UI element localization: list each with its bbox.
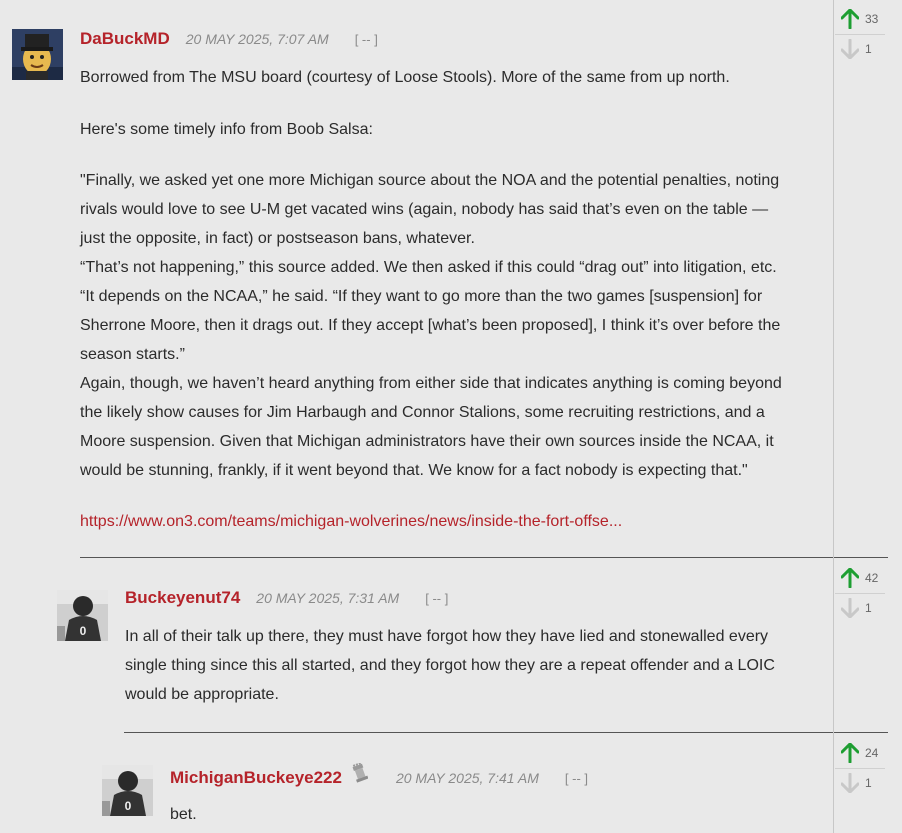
- avatar-image: 0: [102, 765, 153, 816]
- arrow-up-icon: [839, 8, 861, 30]
- comment-body: In all of their talk up there, they must…: [125, 622, 785, 709]
- comment-divider: [80, 557, 888, 558]
- svg-text:0: 0: [80, 624, 87, 638]
- downvote-button[interactable]: 1: [835, 594, 885, 622]
- downvote-count: 1: [865, 42, 872, 56]
- upvote-count: 42: [865, 571, 879, 585]
- quote-paragraph: Again, though, we haven’t heard anything…: [80, 375, 782, 479]
- arrow-up-icon: [839, 742, 861, 764]
- vote-box-3: 24 1: [835, 738, 885, 798]
- comment-michiganbuckeye222: 0 MichiganBuckeye222 20 MAY 2025, 7:41 A…: [0, 735, 902, 833]
- downvote-button[interactable]: 1: [835, 35, 885, 63]
- avatar-image: 0: [57, 590, 108, 641]
- username-link[interactable]: Buckeyenut74: [125, 588, 240, 608]
- vote-box-2: 42 1: [835, 563, 885, 623]
- avatar[interactable]: 0: [57, 590, 108, 641]
- timestamp: 20 MAY 2025, 7:41 AM: [395, 770, 539, 786]
- avatar-image: [12, 29, 63, 80]
- username-link[interactable]: DaBuckMD: [80, 29, 170, 49]
- avatar[interactable]: [12, 29, 63, 80]
- timestamp: 20 MAY 2025, 7:07 AM: [185, 31, 329, 47]
- comment-paragraph: Borrowed from The MSU board (courtesy of…: [80, 69, 730, 86]
- comment-meta: DaBuckMD 20 MAY 2025, 7:07 AM [ -- ]: [80, 29, 378, 49]
- collapse-toggle[interactable]: [ -- ]: [355, 32, 378, 47]
- comment-meta: Buckeyenut74 20 MAY 2025, 7:31 AM [ -- ]: [125, 588, 448, 608]
- comment-body: Borrowed from The MSU board (courtesy of…: [80, 63, 790, 536]
- upvote-button[interactable]: 42: [835, 564, 885, 592]
- upvote-button[interactable]: 33: [835, 5, 885, 33]
- comment-paragraph: Here's some timely info from Boob Salsa:: [80, 121, 373, 138]
- arrow-up-icon: [839, 567, 861, 589]
- downvote-count: 1: [865, 776, 872, 790]
- upvote-count: 24: [865, 746, 879, 760]
- chess-rook-badge-icon: [352, 762, 369, 788]
- arrow-down-icon: [839, 597, 861, 619]
- comment-meta: MichiganBuckeye222 20 MAY 2025, 7:41 AM …: [170, 762, 588, 788]
- comment-buckeyenut74: 0 Buckeyenut74 20 MAY 2025, 7:31 AM [ --…: [0, 560, 902, 735]
- comment-dabuckmd: DaBuckMD 20 MAY 2025, 7:07 AM [ -- ] Bor…: [0, 0, 902, 560]
- username-link[interactable]: MichiganBuckeye222: [170, 768, 342, 788]
- upvote-count: 33: [865, 12, 879, 26]
- comment-paragraph: bet.: [170, 806, 197, 823]
- quote-paragraph: “It depends on the NCAA,” he said. “If t…: [80, 288, 781, 363]
- timestamp: 20 MAY 2025, 7:31 AM: [256, 590, 400, 606]
- svg-text:0: 0: [125, 799, 132, 813]
- vote-box-1: 33 1: [835, 4, 885, 64]
- upvote-button[interactable]: 24: [835, 739, 885, 767]
- article-link[interactable]: https://www.on3.com/teams/michigan-wolve…: [80, 513, 622, 530]
- collapse-toggle[interactable]: [ -- ]: [425, 591, 448, 606]
- comment-paragraph: In all of their talk up there, they must…: [125, 628, 775, 703]
- arrow-down-icon: [839, 772, 861, 794]
- avatar[interactable]: 0: [102, 765, 153, 816]
- collapse-toggle[interactable]: [ -- ]: [565, 771, 588, 786]
- vote-column-border: [833, 0, 834, 833]
- downvote-button[interactable]: 1: [835, 769, 885, 797]
- comment-divider: [124, 732, 888, 733]
- quote-paragraph: “That’s not happening,” this source adde…: [80, 259, 777, 276]
- quote-paragraph: "Finally, we asked yet one more Michigan…: [80, 172, 780, 247]
- arrow-down-icon: [839, 38, 861, 60]
- downvote-count: 1: [865, 601, 872, 615]
- comment-body: bet.: [170, 800, 770, 829]
